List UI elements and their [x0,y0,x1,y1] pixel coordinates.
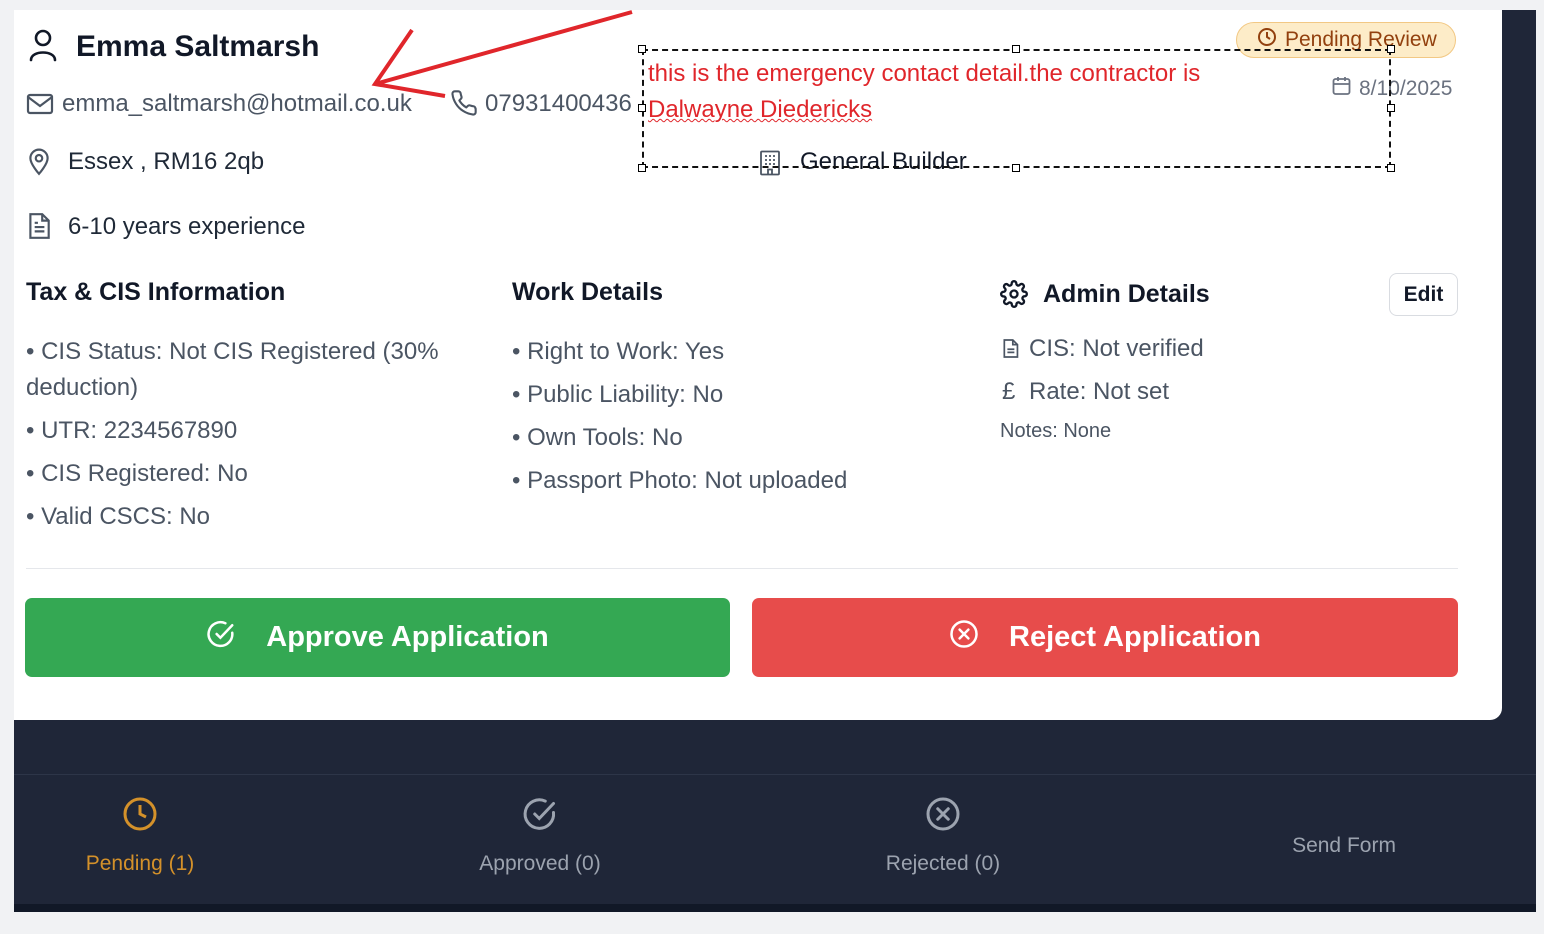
annotation-text-line1: this is the emergency contact detail.the… [648,60,1201,87]
nav-divider [14,774,1536,775]
clock-icon [60,796,220,836]
resize-handle[interactable] [1387,164,1395,172]
tab-pending[interactable]: Pending (1) [60,796,220,876]
resize-handle[interactable] [1387,45,1395,53]
resize-handle[interactable] [638,104,646,112]
bottom-bar [14,904,1536,912]
tab-send-form[interactable]: Send Form [1264,834,1424,858]
annotation-text-line2: Dalwayne Diedericks [648,96,873,123]
tab-approved[interactable]: Approved (0) [460,796,620,876]
resize-handle[interactable] [638,164,646,172]
resize-handle[interactable] [638,45,646,53]
tab-rejected[interactable]: Rejected (0) [863,796,1023,876]
resize-handle[interactable] [1012,45,1020,53]
check-circle-icon [460,796,620,836]
x-circle-icon [863,796,1023,836]
resize-handle[interactable] [1012,164,1020,172]
resize-handle[interactable] [1387,104,1395,112]
